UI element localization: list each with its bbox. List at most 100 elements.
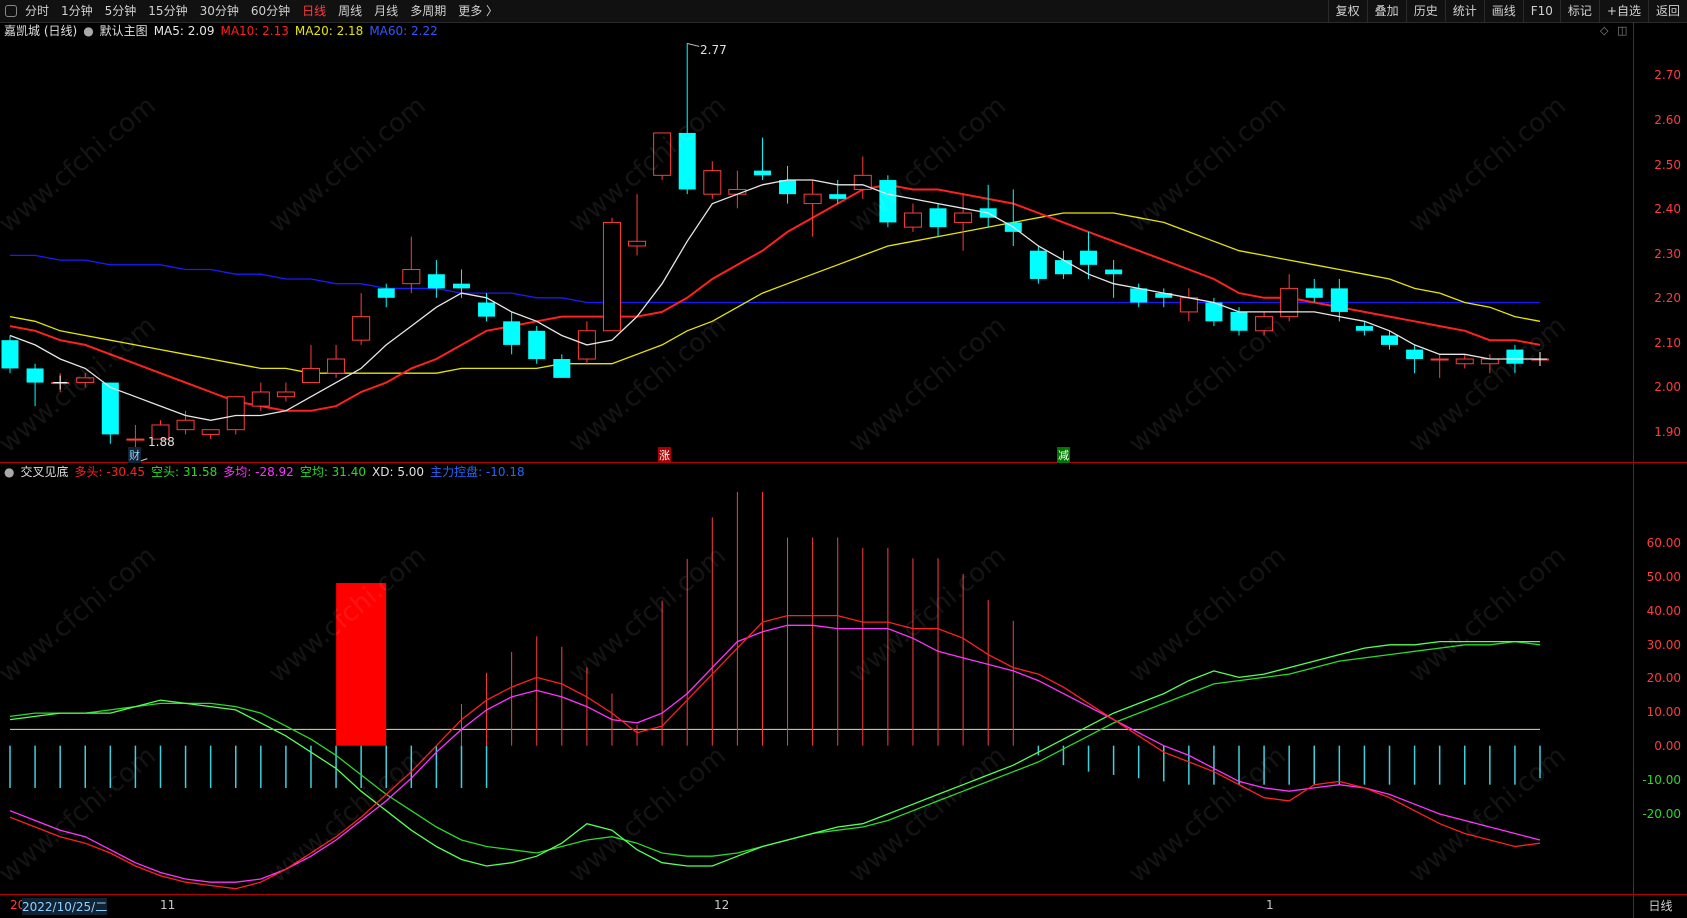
candle-body — [1230, 311, 1248, 331]
candle-body — [402, 269, 421, 285]
price-axis: 2.70 2.60 2.50 2.40 2.30 2.20 2.10 2.00 … — [1634, 22, 1687, 463]
candle-body — [1105, 269, 1123, 275]
history-button[interactable]: 历史 — [1405, 0, 1445, 22]
candle-body — [452, 283, 470, 289]
indicator-tick: -10.00 — [1642, 773, 1681, 787]
cursor-date-label: 2022/10/25/二 — [22, 898, 108, 915]
candle-body — [1054, 260, 1072, 275]
high-annotation: 2.77 — [700, 43, 727, 57]
tab-1min[interactable]: 1分钟 — [55, 0, 99, 22]
indicator-axis: 60.00 50.00 40.00 30.00 20.00 10.00 0.00… — [1634, 463, 1687, 894]
marker-cai[interactable]: 财 — [128, 447, 141, 463]
tab-30min[interactable]: 30分钟 — [194, 0, 245, 22]
candle-body — [503, 321, 521, 345]
candle-body — [628, 240, 647, 247]
ma10-line — [9, 183, 1541, 412]
price-tick: 2.60 — [1654, 113, 1681, 127]
axis-divider — [1633, 22, 1634, 895]
tab-60min[interactable]: 60分钟 — [245, 0, 296, 22]
tab-multi-period[interactable]: 多周期 — [404, 0, 452, 22]
indicator-tick: 0.00 — [1654, 739, 1681, 753]
candle-body — [126, 438, 145, 441]
indicator-tick: 30.00 — [1646, 638, 1681, 652]
price-tick: 2.40 — [1654, 202, 1681, 216]
candle-body — [76, 377, 95, 384]
tab-5min[interactable]: 5分钟 — [99, 0, 143, 22]
candlestick-chart[interactable] — [0, 22, 1633, 894]
price-tick: 2.20 — [1654, 291, 1681, 305]
toolbar-right-buttons: 复权 叠加 历史 统计 画线 F10 标记 +自选 返回 — [1327, 0, 1687, 22]
candle-body — [1029, 250, 1047, 279]
candle-body — [1255, 316, 1274, 332]
price-tick: 2.00 — [1654, 380, 1681, 394]
candle-body — [1480, 358, 1499, 365]
candle-body — [1, 340, 19, 369]
candle-body — [327, 358, 346, 374]
candle-body — [653, 132, 672, 176]
candle-body — [553, 359, 571, 378]
mark-button[interactable]: 标记 — [1559, 0, 1599, 22]
date-label: 12 — [714, 898, 730, 912]
window-icon[interactable] — [5, 5, 17, 17]
stats-button[interactable]: 统计 — [1444, 0, 1484, 22]
tab-15min[interactable]: 15分钟 — [142, 0, 193, 22]
draw-button[interactable]: 画线 — [1483, 0, 1523, 22]
candle-body — [803, 193, 822, 205]
indicator-tick: 10.00 — [1646, 705, 1681, 719]
candle-body — [352, 316, 371, 341]
candle-body — [26, 368, 44, 383]
candle-body — [753, 170, 771, 176]
candle-body — [251, 391, 270, 407]
price-tick: 2.30 — [1654, 247, 1681, 261]
ma5-line — [9, 179, 1540, 421]
tab-more[interactable]: 更多 〉 — [452, 0, 504, 22]
kongtou-line — [9, 640, 1540, 867]
f10-button[interactable]: F10 — [1522, 0, 1560, 22]
fuquan-button[interactable]: 复权 — [1327, 0, 1367, 22]
candle-body — [1406, 349, 1424, 360]
kongjun-line — [9, 640, 1541, 857]
candle-body — [1305, 288, 1323, 298]
tab-weekly[interactable]: 周线 — [332, 0, 368, 22]
candle-body — [1330, 288, 1348, 312]
signal-block — [336, 583, 387, 746]
candle-body — [678, 132, 696, 190]
candle-body — [703, 170, 722, 195]
candle-body — [427, 274, 445, 289]
candle-body — [226, 396, 245, 431]
indicator-tick: 60.00 — [1646, 536, 1681, 550]
high-pointer — [687, 42, 700, 47]
price-tick: 2.70 — [1654, 68, 1681, 82]
date-label: 11 — [160, 898, 176, 912]
low-annotation: 1.88 — [148, 435, 175, 449]
period-indicator[interactable]: 日线 — [1633, 895, 1687, 918]
candle-body — [1080, 250, 1098, 265]
candle-body — [377, 288, 395, 298]
add-watchlist-button[interactable]: +自选 — [1598, 0, 1648, 22]
candle-body — [1130, 288, 1148, 303]
period-toolbar: 分时 1分钟 5分钟 15分钟 30分钟 60分钟 日线 周线 月线 多周期 更… — [0, 0, 1687, 23]
tab-daily[interactable]: 日线 — [296, 0, 332, 22]
price-tick: 1.90 — [1654, 425, 1681, 439]
candle-body — [903, 212, 922, 228]
date-axis: 20 2022/10/25/二 11 12 1 日线 — [0, 894, 1687, 918]
candle-body — [1455, 358, 1474, 365]
indicator-tick: -20.00 — [1642, 807, 1681, 821]
marker-zhang[interactable]: 涨 — [658, 447, 671, 463]
price-tick: 2.50 — [1654, 158, 1681, 172]
candle-body — [1430, 358, 1449, 361]
candle-body — [779, 180, 797, 195]
candle-body — [1355, 326, 1373, 331]
price-tick: 2.10 — [1654, 336, 1681, 350]
tab-fenshi[interactable]: 分时 — [19, 0, 55, 22]
overlay-button[interactable]: 叠加 — [1366, 0, 1406, 22]
candle-body — [201, 429, 220, 435]
indicator-tick: 40.00 — [1646, 604, 1681, 618]
back-button[interactable]: 返回 — [1647, 0, 1687, 22]
candle-body — [176, 419, 195, 431]
candle-body — [879, 180, 897, 223]
tab-monthly[interactable]: 月线 — [368, 0, 404, 22]
candle-body — [301, 367, 320, 384]
candle-body — [101, 382, 119, 435]
marker-jian[interactable]: 减 — [1057, 447, 1070, 463]
